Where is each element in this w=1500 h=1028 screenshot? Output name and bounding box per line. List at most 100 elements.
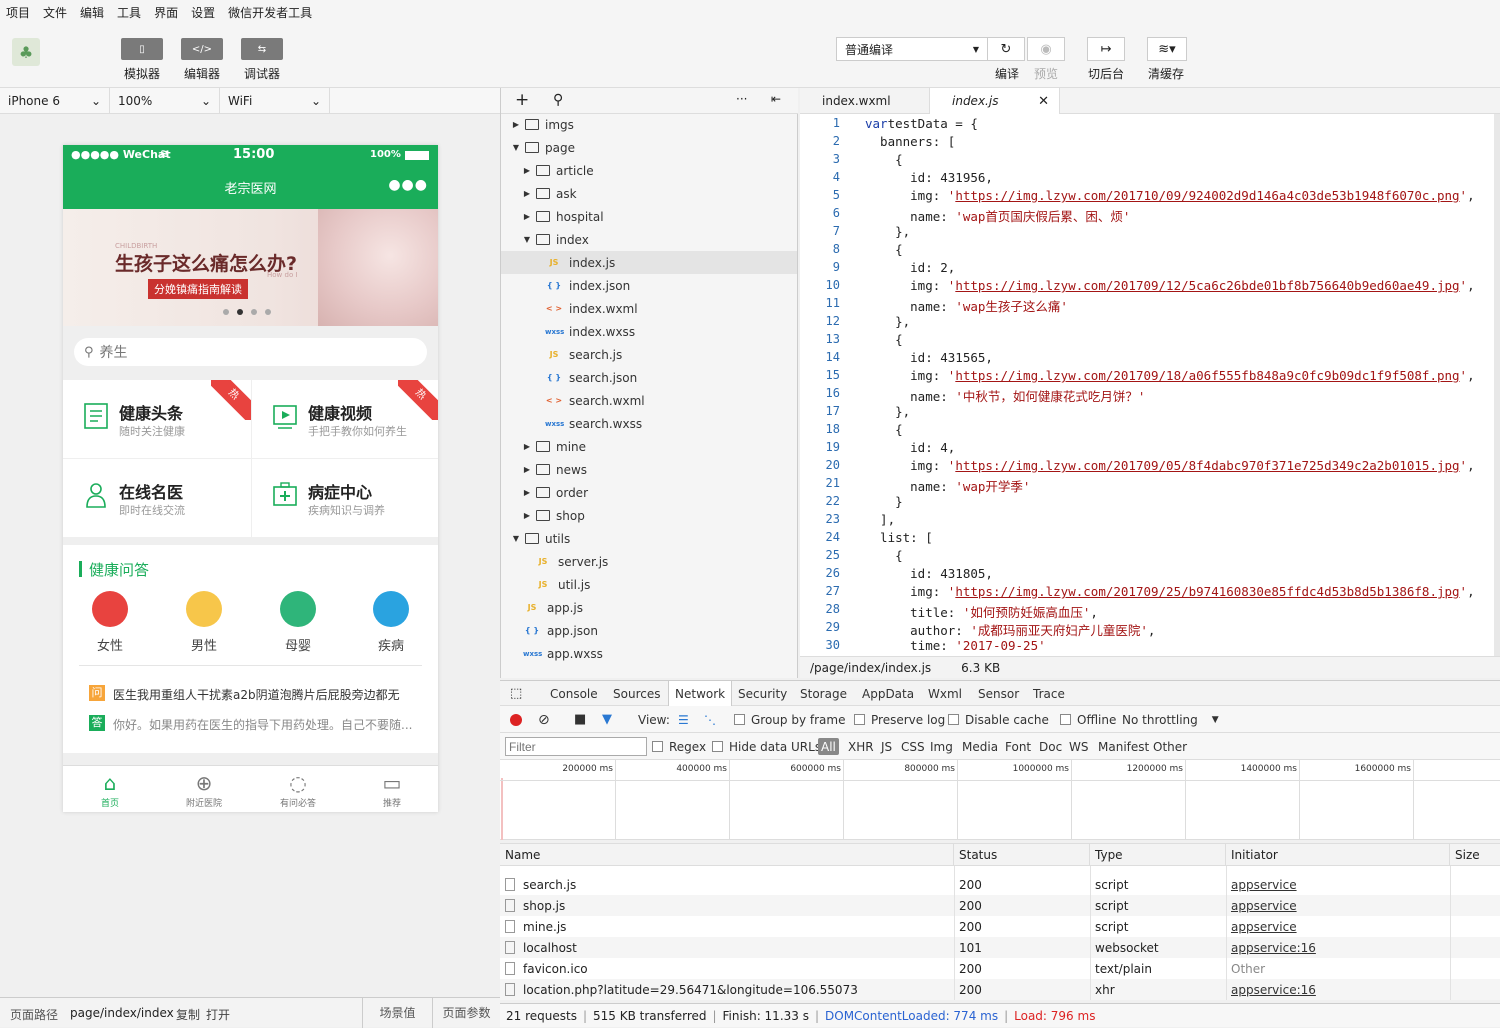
compile-mode-select[interactable]: 普通编译 ▼	[836, 37, 988, 61]
menu-item[interactable]: 工具	[117, 4, 141, 21]
cell-disease-center[interactable]: 病症中心 疾病知识与调养	[252, 459, 438, 537]
background-button[interactable]: ↦	[1087, 37, 1125, 61]
offline-checkbox[interactable]: Offline	[1060, 706, 1116, 733]
camera-icon[interactable]: ■	[574, 706, 586, 733]
devtools-tab-sensor[interactable]: Sensor	[978, 681, 1019, 707]
disable-cache-checkbox[interactable]: Disable cache	[948, 706, 1049, 733]
cell-initiator[interactable]: appservice:16	[1226, 937, 1316, 958]
tree-item[interactable]: ▶ article	[501, 159, 797, 182]
table-row[interactable]: mine.js 200 script appservice	[500, 916, 1500, 937]
devtools-tab-network[interactable]: Network	[668, 681, 733, 707]
copy-link[interactable]: 复制	[176, 1006, 200, 1023]
type-filter-manifest[interactable]: Manifest	[1098, 733, 1149, 760]
type-filter-font[interactable]: Font	[1005, 733, 1031, 760]
scene-button[interactable]: 场景值	[362, 998, 432, 1028]
cell-initiator[interactable]: appservice	[1226, 916, 1297, 937]
open-link[interactable]: 打开	[206, 1006, 230, 1023]
qa-women[interactable]: 女性	[90, 591, 130, 654]
debugger-button[interactable]: ⇆	[241, 38, 283, 60]
type-filter-js[interactable]: JS	[881, 733, 892, 760]
menu-item[interactable]: 项目	[6, 4, 30, 21]
banner[interactable]: CHILDBIRTH 生孩子这么痛怎么办? 分娩镇痛指南解读 How do I	[63, 209, 438, 326]
type-filter-ws[interactable]: WS	[1069, 733, 1088, 760]
type-filter-media[interactable]: Media	[962, 733, 998, 760]
collapsed-arrow-icon[interactable]: ▶	[522, 511, 532, 520]
menu-item[interactable]: 编辑	[80, 4, 104, 21]
tab-home[interactable]: ⌂ 首页	[63, 770, 157, 809]
collapsed-arrow-icon[interactable]: ▶	[522, 189, 532, 198]
simulator-button[interactable]: ▯	[121, 38, 163, 60]
filter-icon[interactable]: ▼	[602, 706, 612, 733]
tree-item[interactable]: < > search.wxml	[501, 389, 797, 412]
preview-button[interactable]: ◉	[1027, 37, 1065, 61]
collapsed-arrow-icon[interactable]: ▶	[522, 212, 532, 221]
qa-men[interactable]: 男性	[184, 591, 224, 654]
menu-item[interactable]: 设置	[191, 4, 215, 21]
tab-qa[interactable]: ◌ 有问必答	[251, 770, 345, 809]
tree-item[interactable]: { } index.json	[501, 274, 797, 297]
preserve-log-checkbox[interactable]: Preserve log	[854, 706, 945, 733]
collapsed-arrow-icon[interactable]: ▶	[522, 166, 532, 175]
cell-health-news[interactable]: 健康头条 随时关注健康 热	[63, 380, 251, 458]
group-by-frame-checkbox[interactable]: Group by frame	[734, 706, 845, 733]
tree-item[interactable]: wxss search.wxss	[501, 412, 797, 435]
table-row[interactable]: location.php?latitude=29.56471&longitude…	[500, 979, 1500, 1000]
cell-health-video[interactable]: 健康视频 手把手教你如何养生 热	[252, 380, 438, 458]
devtools-tab-wxml[interactable]: Wxml	[928, 681, 962, 707]
type-filter-img[interactable]: Img	[930, 733, 953, 760]
collapse-panel-icon[interactable]: ⇤	[771, 92, 781, 106]
editor-scrollbar[interactable]	[1494, 114, 1500, 656]
tree-item[interactable]: ▶ ask	[501, 182, 797, 205]
devtools-tab-console[interactable]: Console	[550, 681, 598, 707]
filter-input[interactable]	[505, 737, 647, 756]
tab-index-js[interactable]: index.js ✕	[930, 88, 1060, 114]
tree-item[interactable]: JS server.js	[501, 550, 797, 573]
expanded-arrow-icon[interactable]: ▼	[522, 235, 532, 244]
tree-item[interactable]: JS index.js	[501, 251, 797, 274]
collapsed-arrow-icon[interactable]: ▶	[522, 442, 532, 451]
cell-initiator[interactable]: appservice	[1226, 895, 1297, 916]
column-size[interactable]: Size	[1450, 844, 1500, 866]
hide-data-urls-checkbox[interactable]: Hide data URLs	[712, 733, 821, 760]
tree-item[interactable]: ▼ index	[501, 228, 797, 251]
params-button[interactable]: 页面参数	[432, 998, 500, 1028]
type-filter-doc[interactable]: Doc	[1039, 733, 1062, 760]
search-icon[interactable]: ⚲	[553, 92, 563, 108]
devtools-tab-sources[interactable]: Sources	[613, 681, 660, 707]
list-view-icon[interactable]: ☰	[678, 706, 689, 733]
table-row[interactable]: search.js 200 script appservice	[500, 874, 1500, 895]
more-icon[interactable]: ●●●	[388, 177, 428, 193]
regex-checkbox[interactable]: Regex	[652, 733, 706, 760]
tree-item[interactable]: ▶ mine	[501, 435, 797, 458]
column-initiator[interactable]: Initiator	[1226, 844, 1450, 866]
menu-item[interactable]: 微信开发者工具	[228, 4, 312, 21]
expanded-arrow-icon[interactable]: ▼	[511, 143, 521, 152]
device-select[interactable]: iPhone 6 ⌄	[0, 88, 110, 114]
expanded-arrow-icon[interactable]: ▼	[511, 534, 521, 543]
collapsed-arrow-icon[interactable]: ▶	[511, 120, 521, 129]
tree-item[interactable]: JS search.js	[501, 343, 797, 366]
devtools-tab-storage[interactable]: Storage	[800, 681, 847, 707]
cell-initiator[interactable]: appservice:16	[1226, 979, 1316, 1000]
qa-disease[interactable]: 疾病	[371, 591, 411, 654]
column-type[interactable]: Type	[1090, 844, 1226, 866]
tree-item[interactable]: ▼ page	[501, 136, 797, 159]
waterfall-view-icon[interactable]: ⋱	[704, 706, 716, 733]
table-row[interactable]: localhost 101 websocket appservice:16	[500, 937, 1500, 958]
qa-mother-baby[interactable]: 母婴	[278, 591, 318, 654]
tree-item[interactable]: wxss index.wxss	[501, 320, 797, 343]
throttling-select[interactable]: No throttling ▼	[1122, 706, 1219, 733]
devtools-tab-security[interactable]: Security	[738, 681, 787, 707]
clear-icon[interactable]: ⊘	[538, 706, 550, 733]
tree-item[interactable]: ▶ hospital	[501, 205, 797, 228]
zoom-select[interactable]: 100% ⌄	[110, 88, 220, 114]
type-filter-css[interactable]: CSS	[901, 733, 925, 760]
tree-item[interactable]: ▶ order	[501, 481, 797, 504]
tree-item[interactable]: ▶ imgs	[501, 113, 797, 136]
menu-item[interactable]: 文件	[43, 4, 67, 21]
menu-item[interactable]: 界面	[154, 4, 178, 21]
cell-online-doctor[interactable]: 在线名医 即时在线交流	[63, 459, 251, 537]
tab-index-wxml[interactable]: index.wxml	[800, 88, 930, 114]
tree-item[interactable]: JS app.js	[501, 596, 797, 619]
type-filter-other[interactable]: Other	[1153, 733, 1187, 760]
